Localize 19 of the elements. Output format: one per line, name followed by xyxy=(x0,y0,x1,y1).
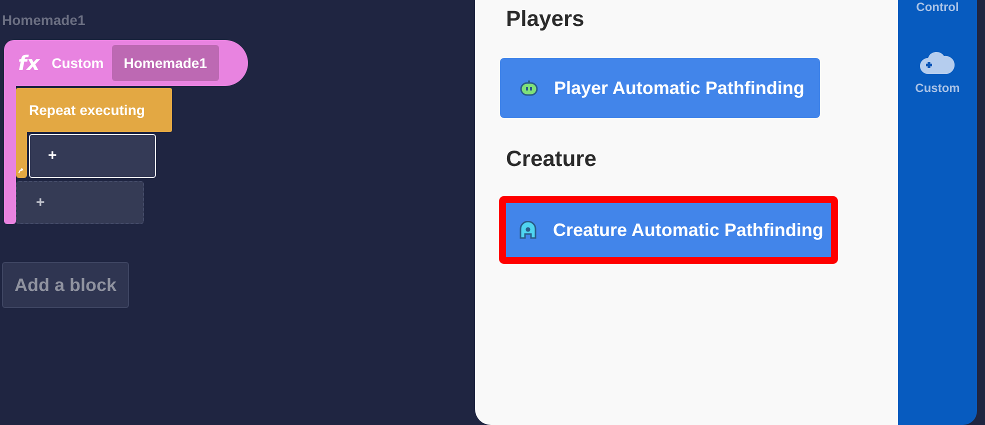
block-slot[interactable]: + xyxy=(16,181,144,224)
cloud-plus-icon xyxy=(919,49,956,75)
category-tab[interactable]: Control xyxy=(916,0,959,14)
robot-icon xyxy=(520,80,538,96)
custom-block[interactable]: fx Custom Homemade1 xyxy=(4,40,248,86)
category-tab[interactable]: Custom xyxy=(915,49,960,95)
block-button[interactable]: Player Automatic Pathfinding xyxy=(500,58,820,118)
repeat-block[interactable]: Repeat executing xyxy=(16,88,172,132)
ghost-icon xyxy=(519,221,537,239)
name-field[interactable]: Homemade1 xyxy=(112,45,219,81)
script-title: Homemade1 xyxy=(2,12,86,28)
block-slot[interactable]: + xyxy=(29,134,156,178)
block-label: Custom xyxy=(52,55,104,71)
section-heading: Creature xyxy=(506,146,598,173)
fx-label: fx xyxy=(18,51,40,75)
block-button[interactable]: Creature Automatic Pathfinding xyxy=(499,196,838,264)
section-heading: Players xyxy=(506,6,586,33)
loop-arrow-icon xyxy=(18,167,25,174)
add-block-button[interactable]: Add a block xyxy=(2,262,129,308)
